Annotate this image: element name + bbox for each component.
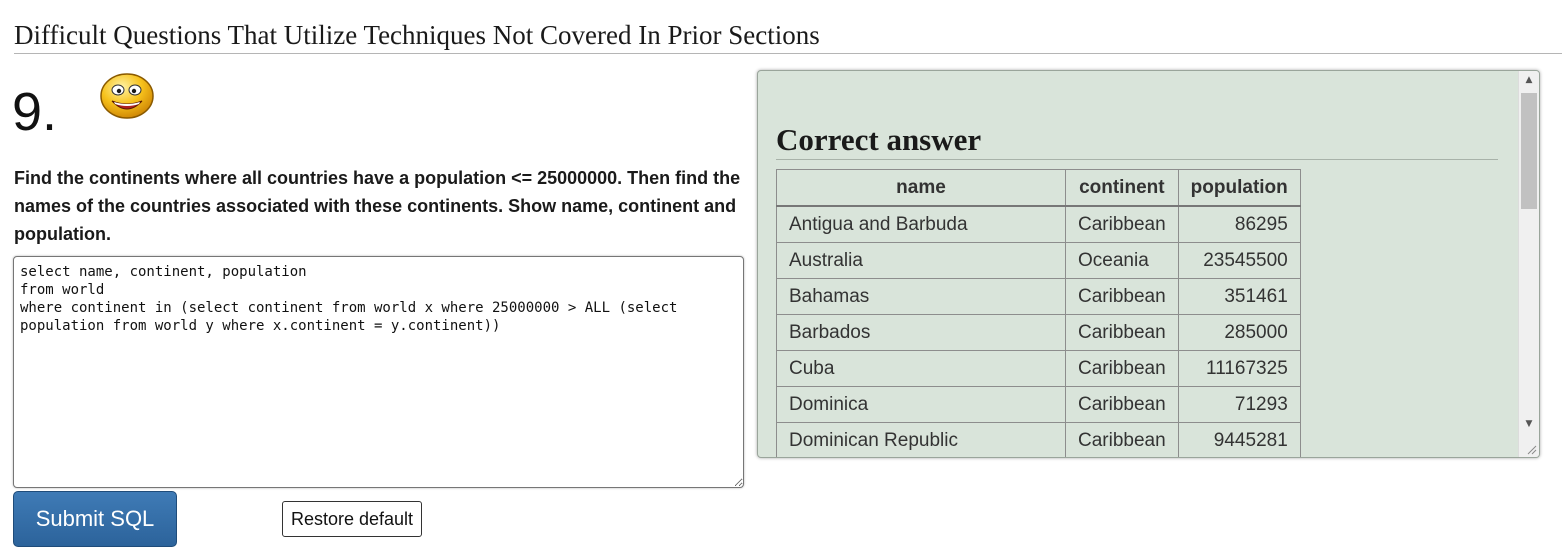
cell-population: 9445281: [1177, 422, 1301, 457]
cell-name: Australia: [776, 242, 1066, 279]
answer-panel[interactable]: Correct answer name continent population…: [757, 70, 1540, 458]
scrollbar-thumb[interactable]: [1521, 93, 1537, 209]
cell-continent: Caribbean: [1065, 278, 1179, 315]
column-header-continent: continent: [1065, 169, 1179, 207]
cell-population: 86295: [1177, 205, 1301, 243]
cell-name: Cuba: [776, 350, 1066, 387]
table-row: Dominican Republic Caribbean 9445281: [776, 422, 1301, 457]
table-row: Cuba Caribbean 11167325: [776, 350, 1301, 387]
table-row: Antigua and Barbuda Caribbean 86295: [776, 205, 1301, 243]
table-row: Australia Oceania 23545500: [776, 242, 1301, 279]
answer-title: Correct answer: [776, 121, 1498, 160]
question-number: 9.: [12, 82, 58, 142]
results-table: name continent population Antigua and Ba…: [776, 169, 1301, 457]
table-row: Dominica Caribbean 71293: [776, 386, 1301, 423]
cell-continent: Caribbean: [1065, 422, 1179, 457]
table-row: Bahamas Caribbean 351461: [776, 278, 1301, 315]
sql-editor[interactable]: select name, continent, population from …: [13, 256, 744, 488]
table-row: Barbados Caribbean 285000: [776, 314, 1301, 351]
cell-continent: Caribbean: [1065, 314, 1179, 351]
scroll-down-arrow-icon[interactable]: ▼: [1519, 415, 1539, 433]
cell-name: Bahamas: [776, 278, 1066, 315]
smiley-face-icon: [100, 73, 154, 119]
cell-continent: Caribbean: [1065, 205, 1179, 243]
cell-population: 11167325: [1177, 350, 1301, 387]
table-header-row: name continent population: [776, 169, 1301, 207]
submit-sql-button[interactable]: Submit SQL: [13, 491, 177, 547]
cell-name: Barbados: [776, 314, 1066, 351]
question-text: Find the continents where all countries …: [14, 168, 741, 244]
restore-default-button[interactable]: Restore default: [282, 501, 422, 537]
column-header-population: population: [1177, 169, 1301, 207]
cell-name: Dominica: [776, 386, 1066, 423]
cell-continent: Oceania: [1065, 242, 1179, 279]
cell-population: 351461: [1177, 278, 1301, 315]
scroll-up-arrow-icon[interactable]: ▲: [1519, 71, 1539, 89]
column-header-name: name: [776, 169, 1066, 207]
cell-name: Dominican Republic: [776, 422, 1066, 457]
resize-grip-icon[interactable]: [1525, 443, 1537, 455]
answer-content: Correct answer name continent population…: [776, 121, 1498, 457]
cell-population: 71293: [1177, 386, 1301, 423]
cell-continent: Caribbean: [1065, 350, 1179, 387]
cell-name: Antigua and Barbuda: [776, 205, 1066, 243]
section-title: Difficult Questions That Utilize Techniq…: [14, 18, 1562, 54]
cell-population: 285000: [1177, 314, 1301, 351]
cell-continent: Caribbean: [1065, 386, 1179, 423]
vertical-scrollbar[interactable]: ▲ ▼: [1518, 71, 1539, 457]
cell-population: 23545500: [1177, 242, 1301, 279]
